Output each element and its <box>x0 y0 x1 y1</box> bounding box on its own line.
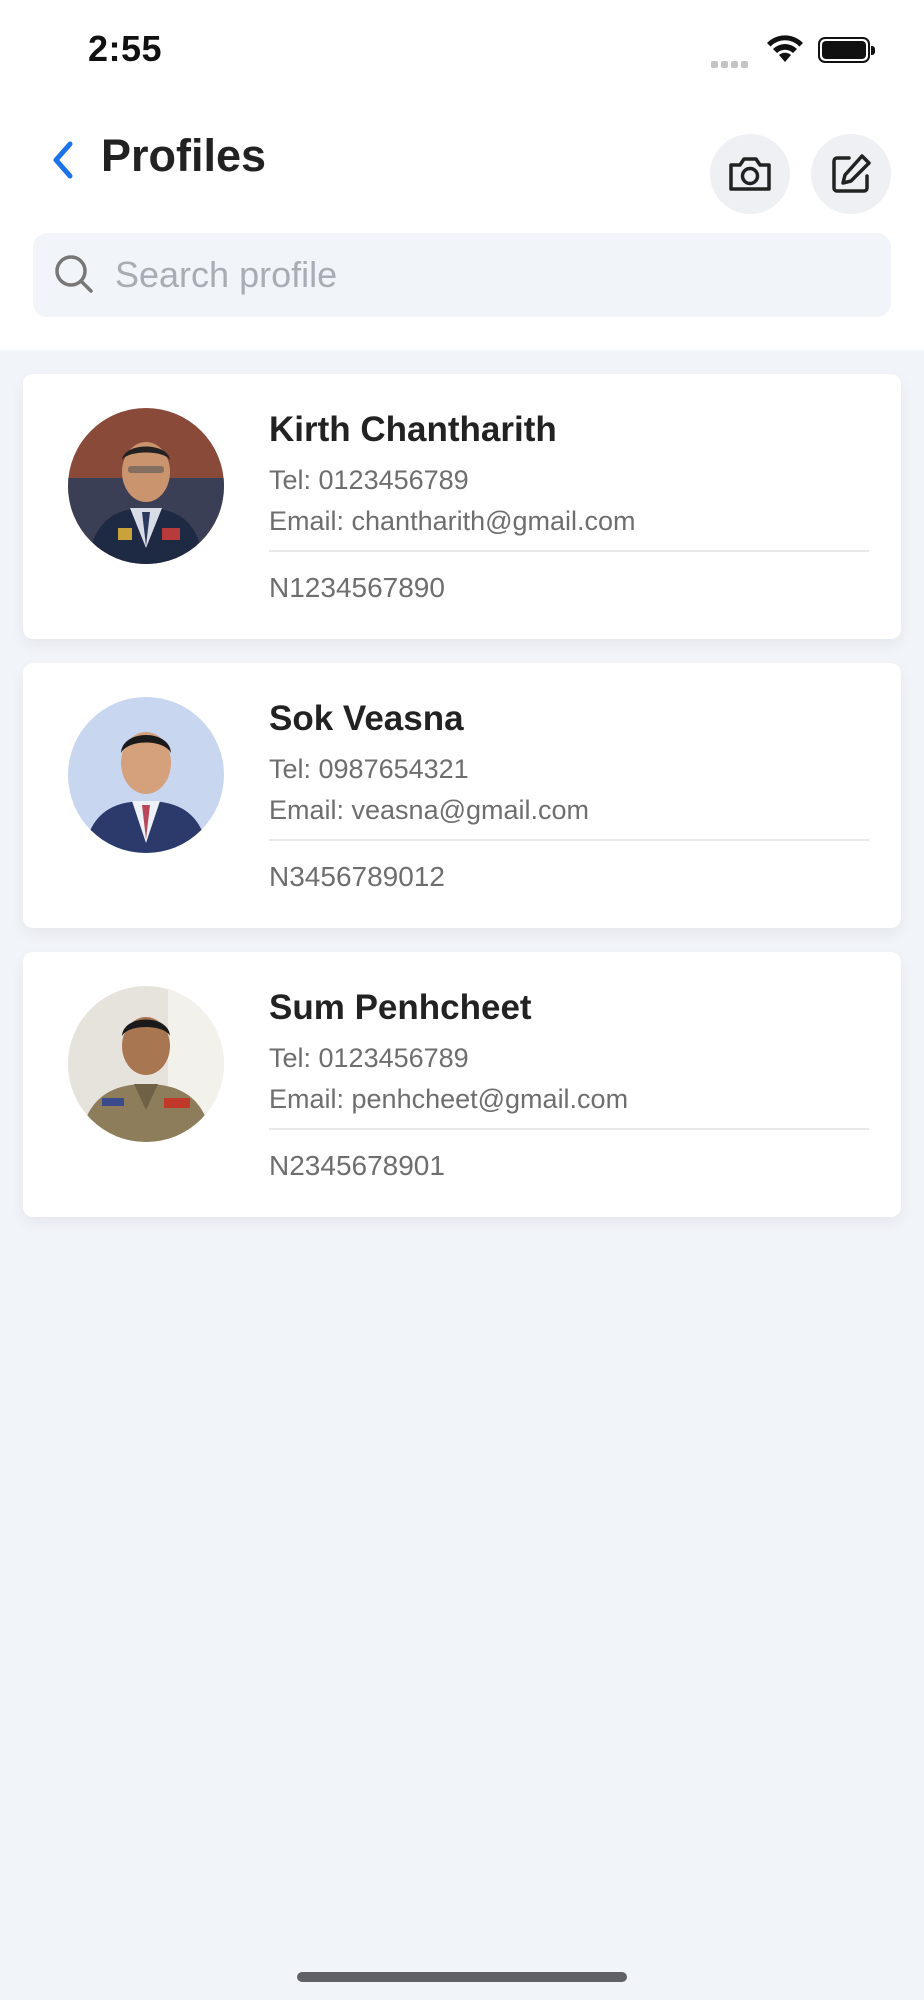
profile-card[interactable]: Sum Penhcheet Tel: 0123456789 Email: pen… <box>23 952 901 1217</box>
edit-button[interactable] <box>811 134 891 214</box>
battery-icon <box>818 37 875 63</box>
chevron-left-icon <box>53 141 73 179</box>
divider <box>269 550 869 552</box>
divider <box>269 839 869 841</box>
wifi-icon <box>765 34 805 69</box>
divider <box>269 1128 869 1130</box>
profile-email: Email: chantharith@gmail.com <box>269 506 636 536</box>
profile-tel: Tel: 0123456789 <box>269 1043 469 1073</box>
status-time: 2:55 <box>88 28 163 69</box>
top-panel: 2:55 Profiles <box>0 0 924 350</box>
profile-id: N1234567890 <box>269 572 445 603</box>
avatar <box>68 697 224 853</box>
page-title: Profiles <box>101 130 267 181</box>
camera-button[interactable] <box>710 134 790 214</box>
profile-name: Sum Penhcheet <box>269 988 532 1027</box>
profile-id: N3456789012 <box>269 861 445 892</box>
profile-info: Kirth Chantharith Tel: 0123456789 Email:… <box>269 410 869 604</box>
camera-icon <box>729 157 771 191</box>
edit-icon <box>832 154 871 193</box>
profile-card[interactable]: Kirth Chantharith Tel: 0123456789 Email:… <box>23 374 901 639</box>
avatar <box>68 986 224 1142</box>
profile-name: Kirth Chantharith <box>269 410 557 449</box>
search-input[interactable] <box>115 233 875 317</box>
profile-list: Kirth Chantharith Tel: 0123456789 Email:… <box>23 374 901 1241</box>
profile-tel: Tel: 0987654321 <box>269 754 469 784</box>
status-bar: 2:55 <box>0 0 924 100</box>
search-bar[interactable] <box>33 233 891 317</box>
nav-bar: Profiles <box>0 110 924 214</box>
profile-email: Email: penhcheet@gmail.com <box>269 1084 629 1114</box>
signal-icon <box>711 55 751 73</box>
profile-tel: Tel: 0123456789 <box>269 465 469 495</box>
avatar <box>68 408 224 564</box>
home-indicator <box>297 1972 627 1982</box>
profile-info: Sum Penhcheet Tel: 0123456789 Email: pen… <box>269 988 869 1182</box>
profile-info: Sok Veasna Tel: 0987654321 Email: veasna… <box>269 699 869 893</box>
search-icon <box>55 255 93 293</box>
profile-id: N2345678901 <box>269 1150 445 1181</box>
profile-card[interactable]: Sok Veasna Tel: 0987654321 Email: veasna… <box>23 663 901 928</box>
profile-name: Sok Veasna <box>269 699 464 738</box>
profile-email: Email: veasna@gmail.com <box>269 795 590 825</box>
back-button[interactable] <box>44 134 84 186</box>
